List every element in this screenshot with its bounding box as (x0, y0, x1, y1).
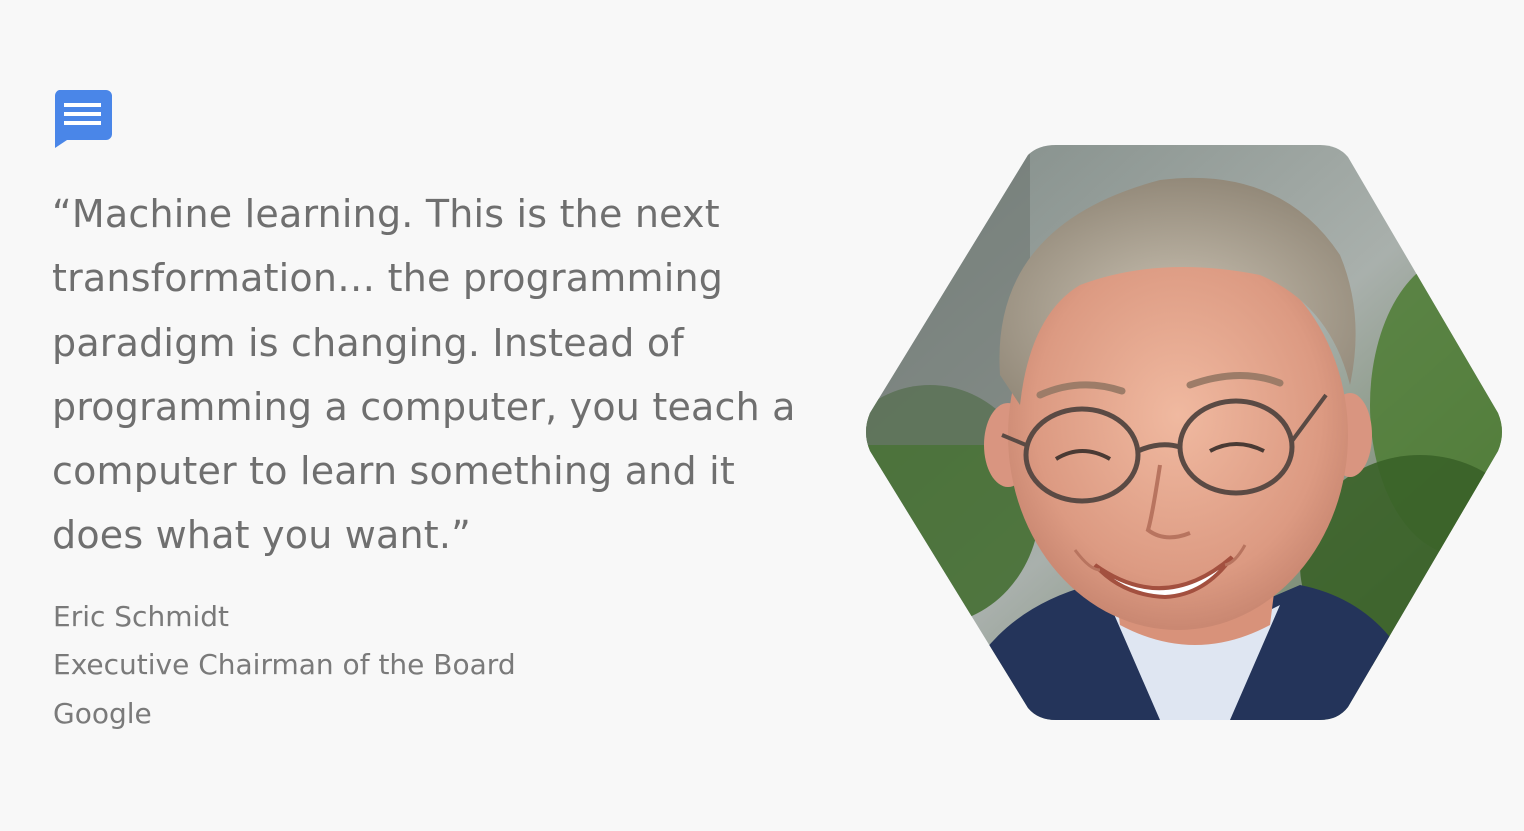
attribution: Eric Schmidt Executive Chairman of the B… (53, 593, 753, 738)
quote-text: “Machine learning. This is the next tran… (52, 182, 812, 568)
quote-line: transformation… the programming (52, 256, 724, 301)
quote-line: “Machine learning. This is the next (52, 192, 720, 236)
author-title: Executive Chairman of the Board (53, 648, 516, 682)
quote-line: computer to learn something and it (52, 449, 736, 494)
quote-line: does what you want.” (52, 513, 472, 558)
chat-message-icon (53, 90, 113, 148)
portrait-photo (860, 145, 1510, 720)
author-company: Google (53, 696, 152, 730)
portrait-illustration (866, 145, 1502, 720)
quote-line: programming a computer, you teach a (52, 384, 796, 429)
quote-slide: “Machine learning. This is the next tran… (0, 0, 1524, 831)
quote-line: paradigm is changing. Instead of (52, 320, 684, 365)
author-name: Eric Schmidt (53, 600, 229, 633)
